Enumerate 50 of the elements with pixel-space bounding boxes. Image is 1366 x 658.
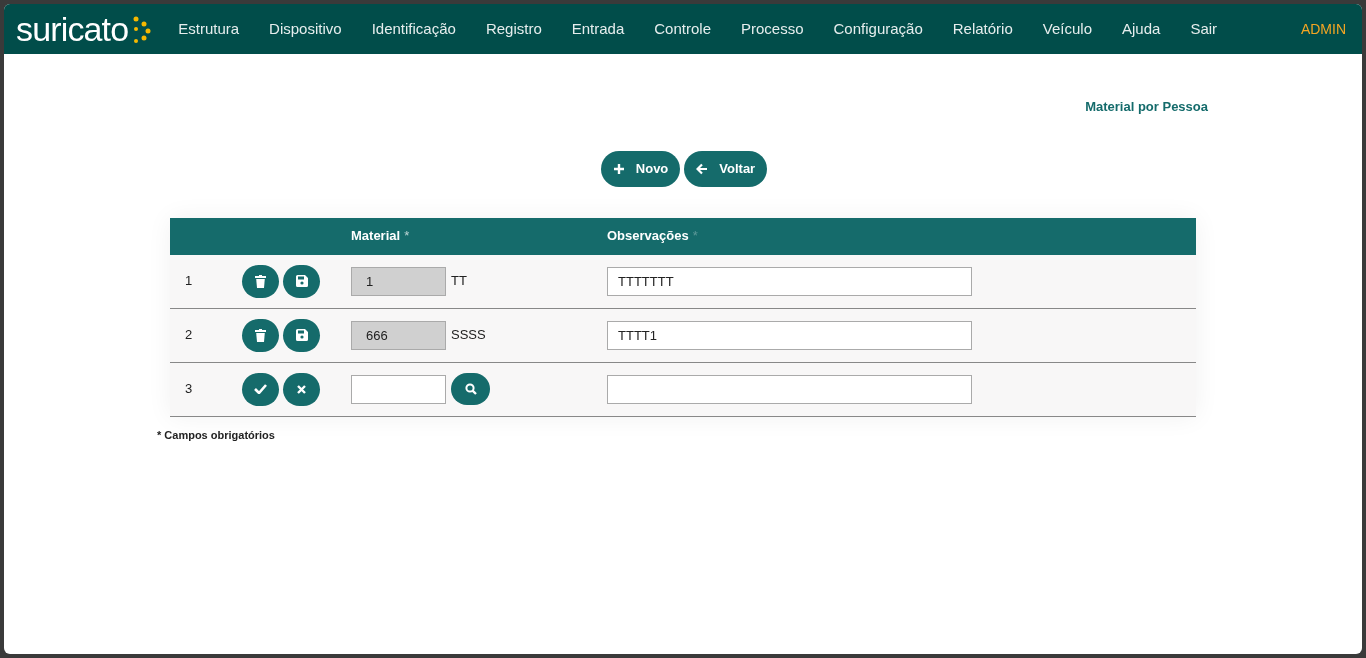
back-button[interactable]: Voltar [684, 150, 768, 187]
user-name-link[interactable]: ADMIN [1300, 18, 1346, 40]
close-icon [297, 384, 306, 394]
search-icon [464, 383, 477, 395]
nav-menu-item[interactable]: Entrada [571, 17, 625, 41]
material-code-field[interactable] [351, 374, 446, 404]
save-button[interactable] [283, 264, 320, 298]
column-header: Material [351, 227, 401, 246]
nav-menu-item[interactable]: Dispositivo [269, 17, 342, 41]
nav-menu-item[interactable]: Identificação [371, 17, 456, 41]
save-icon [295, 275, 308, 287]
delete-button[interactable] [242, 264, 279, 298]
nav-menu-item[interactable]: Controle [654, 17, 711, 41]
trash-icon [255, 274, 266, 288]
confirm-button[interactable] [242, 372, 279, 406]
row-number: 1 [184, 272, 194, 291]
cancel-button[interactable] [283, 372, 320, 406]
save-button[interactable] [283, 318, 320, 352]
nav-menu-item[interactable]: Relatório [952, 17, 1013, 41]
material-code-field[interactable]: 666 [351, 320, 446, 350]
search-button[interactable] [451, 373, 490, 405]
left-arrow-icon [696, 162, 709, 175]
material-code-field[interactable]: 1 [351, 266, 446, 296]
brand-logo-text: suricato [16, 12, 129, 46]
nav-menu-item[interactable]: Sair [1190, 17, 1218, 41]
nav-menu-item[interactable]: Veículo [1042, 17, 1092, 41]
check-icon [254, 384, 267, 394]
delete-button[interactable] [242, 318, 279, 352]
observations-field[interactable] [607, 374, 972, 404]
required-asterisk: * [692, 227, 698, 246]
required-fields-note: * Campos obrigatórios [157, 427, 276, 443]
dots-logo-icon [132, 15, 153, 43]
save-icon [295, 329, 308, 341]
required-asterisk: * [404, 227, 410, 246]
nav-menu-item[interactable]: Registro [485, 17, 542, 41]
new-button[interactable]: Novo [600, 150, 681, 187]
page-title: Material por Pessoa [1085, 98, 1208, 116]
row-number: 3 [184, 380, 194, 399]
observations-field[interactable]: TTTT1 [607, 320, 972, 350]
row-number: 2 [184, 326, 194, 345]
nav-menu-item[interactable]: Estrutura [178, 17, 240, 41]
material-description: SSSS [451, 326, 486, 345]
observations-field[interactable]: TTTTTTT [607, 266, 972, 296]
plus-icon [612, 162, 625, 175]
nav-menu-item[interactable]: Ajuda [1122, 17, 1161, 41]
trash-icon [255, 328, 266, 342]
nav-menu-item[interactable]: Configuração [833, 17, 923, 41]
nav-menu-item[interactable]: Processo [741, 17, 804, 41]
material-description: TT [451, 272, 467, 291]
column-header: Observações [607, 227, 689, 246]
